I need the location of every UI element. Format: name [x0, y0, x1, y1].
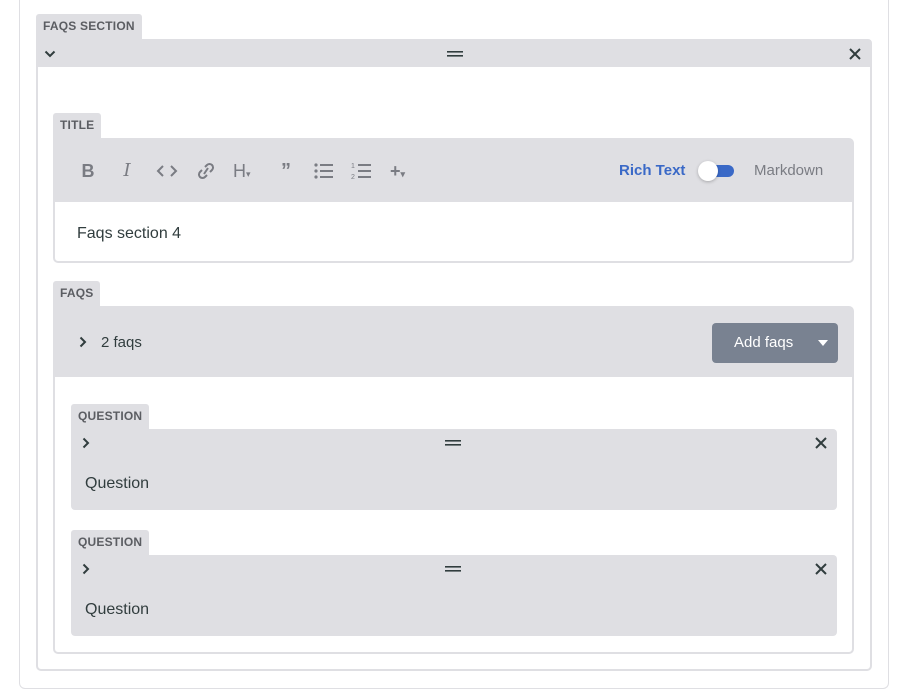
faqs-count: 2 faqs: [101, 334, 142, 351]
chevron-right-icon[interactable]: [80, 437, 92, 449]
close-icon[interactable]: [815, 563, 827, 575]
title-editor: B I H▾ ” 12 +▾ Rich Text Markdown Faqs s…: [53, 138, 854, 263]
list-item[interactable]: Question: [71, 555, 837, 636]
bulleted-list-icon[interactable]: [312, 160, 336, 182]
add-faqs-button[interactable]: Add faqs: [712, 323, 838, 363]
add-component-icon[interactable]: +▾: [390, 160, 414, 182]
rich-text-label[interactable]: Rich Text: [619, 162, 685, 180]
question-summary: Question: [85, 601, 150, 618]
question-label: QUESTION: [71, 530, 150, 555]
markdown-label[interactable]: Markdown: [754, 162, 823, 180]
section-label: FAQS SECTION: [36, 14, 142, 39]
title-field-label: TITLE: [53, 113, 102, 138]
heading-icon[interactable]: H▾: [233, 160, 259, 182]
chevron-right-icon[interactable]: [80, 563, 92, 575]
question-summary: Question: [85, 475, 150, 492]
code-icon[interactable]: [155, 160, 179, 182]
numbered-list-icon[interactable]: 12: [350, 160, 374, 182]
close-icon[interactable]: [849, 48, 861, 60]
chevron-right-icon[interactable]: [77, 336, 89, 348]
faqs-field-label: FAQS: [53, 281, 101, 306]
section-top-bar[interactable]: [38, 41, 870, 67]
drag-handle-icon[interactable]: [445, 565, 461, 573]
editor-toolbar: B I H▾ ” 12 +▾ Rich Text Markdown: [55, 140, 852, 202]
drag-handle-icon[interactable]: [445, 439, 461, 447]
svg-text:1: 1: [351, 163, 355, 170]
italic-icon[interactable]: I: [119, 160, 135, 182]
quote-icon[interactable]: ”: [275, 160, 297, 182]
svg-text:2: 2: [351, 174, 355, 181]
bold-icon[interactable]: B: [80, 160, 96, 182]
title-editor-text[interactable]: Faqs section 4: [77, 224, 181, 244]
question-label: QUESTION: [71, 404, 150, 429]
close-icon[interactable]: [815, 437, 827, 449]
drag-handle-icon[interactable]: [447, 50, 463, 58]
faqs-list-header: 2 faqs Add faqs: [55, 308, 852, 377]
link-icon[interactable]: [195, 160, 217, 182]
toggle-knob: [698, 161, 718, 181]
chevron-down-icon[interactable]: [44, 48, 56, 60]
add-faqs-label: Add faqs: [734, 334, 794, 351]
caret-down-icon: [818, 340, 828, 346]
editor-mode-toggle[interactable]: [698, 161, 738, 181]
list-item[interactable]: Question: [71, 429, 837, 510]
